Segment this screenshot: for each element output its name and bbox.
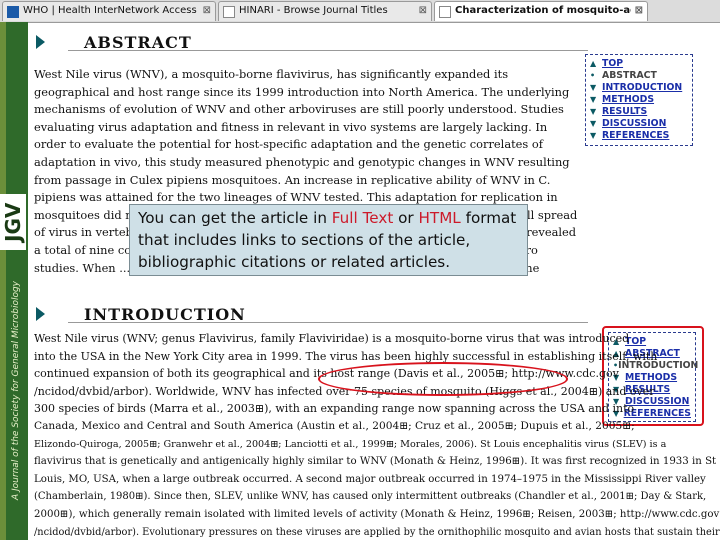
nav-discussion[interactable]: ▼ DISCUSSION bbox=[590, 117, 688, 129]
nav-label: RESULTS bbox=[602, 105, 648, 117]
nav-label: REFERENCES bbox=[602, 129, 670, 141]
intro-line: 300 species of birds (Marra et al., 2003… bbox=[34, 402, 635, 416]
down-arrow-icon: ▼ bbox=[590, 106, 597, 116]
bullet-icon: • bbox=[590, 70, 596, 80]
jgv-logo[interactable]: JGV bbox=[0, 194, 26, 250]
nav-results[interactable]: ▼ RESULTS bbox=[590, 105, 688, 117]
close-tab-icon[interactable]: ⊠ bbox=[635, 2, 643, 20]
abstract-section-nav: ▲ TOP • ABSTRACT ▼ INTRODUCTION ▼ METHODS ▼ R… bbox=[585, 54, 693, 146]
tab-who-hinari[interactable]: WHO | Health InterNetwork Access ... ⊠ bbox=[2, 1, 216, 21]
callout-full-text: Full Text bbox=[331, 209, 394, 227]
intro-line: Louis, MO, USA, when a large outbreak oc… bbox=[34, 473, 706, 485]
tab-label: HINARI - Browse Journal Titles bbox=[239, 5, 388, 16]
abstract-rule bbox=[68, 50, 588, 51]
link-highlight-ellipse bbox=[318, 362, 568, 396]
browser-tab-bar: WHO | Health InterNetwork Access ... ⊠ H… bbox=[0, 0, 720, 23]
nav-label: INTRODUCTION bbox=[602, 81, 683, 93]
callout-text-mid: or bbox=[393, 209, 419, 227]
intro-line: into the USA in the New York City area i… bbox=[34, 349, 658, 363]
intro-line: West Nile virus (WNV; genus Flavivirus, … bbox=[34, 332, 630, 345]
journal-name: A Journal of the Society for General Mic… bbox=[11, 280, 21, 500]
callout-html: HTML bbox=[418, 209, 461, 227]
tab-characterization[interactable]: Characterization of mosquito-ada... ⊠ bbox=[434, 1, 648, 21]
nav-methods[interactable]: ▼ METHODS bbox=[590, 93, 688, 105]
tab-label: Characterization of mosquito-ada... bbox=[455, 5, 631, 16]
introduction-text: West Nile virus (WNV; genus Flavivirus, … bbox=[34, 330, 720, 541]
tab-hinari-browse[interactable]: HINARI - Browse Journal Titles ⊠ bbox=[218, 1, 432, 21]
nav-references[interactable]: ▼ REFERENCES bbox=[590, 129, 688, 141]
close-tab-icon[interactable]: ⊠ bbox=[419, 2, 427, 20]
down-arrow-icon: ▼ bbox=[590, 118, 597, 128]
section-arrow-icon bbox=[36, 35, 45, 49]
introduction-heading: INTRODUCTION bbox=[36, 305, 436, 327]
intro-line: (Chamberlain, 1980⊞). Since then, SLEV, … bbox=[34, 491, 707, 503]
close-tab-icon[interactable]: ⊠ bbox=[203, 2, 211, 20]
nav-top[interactable]: ▲ TOP bbox=[590, 57, 688, 69]
intro-line: Elizondo-Quiroga, 2005⊞; Granwehr et al.… bbox=[34, 438, 667, 450]
down-arrow-icon: ▼ bbox=[590, 130, 597, 140]
nav-label: TOP bbox=[602, 57, 624, 69]
intro-line: 2000⊞), which generally remain isolated … bbox=[34, 508, 720, 520]
callout-text-pre: You can get the article in bbox=[138, 209, 332, 227]
section-arrow-icon bbox=[36, 307, 45, 321]
introduction-rule bbox=[68, 322, 588, 323]
page-favicon-icon bbox=[439, 6, 451, 18]
who-favicon-icon bbox=[7, 6, 19, 18]
callout-note: You can get the article in Full Text or … bbox=[129, 204, 528, 276]
down-arrow-icon: ▼ bbox=[590, 94, 597, 104]
abstract-heading: ABSTRACT bbox=[36, 33, 436, 55]
nav-label: METHODS bbox=[602, 93, 655, 105]
nav-label: DISCUSSION bbox=[602, 117, 667, 129]
up-arrow-icon: ▲ bbox=[590, 58, 597, 68]
tab-label: WHO | Health InterNetwork Access ... bbox=[23, 5, 199, 16]
page-favicon-icon bbox=[223, 6, 235, 18]
nav-introduction[interactable]: ▼ INTRODUCTION bbox=[590, 81, 688, 93]
down-arrow-icon: ▼ bbox=[590, 82, 597, 92]
nav-abstract: • ABSTRACT bbox=[590, 69, 688, 81]
intro-line: Canada, Mexico and Central and South Ame… bbox=[34, 419, 635, 432]
nav-label: ABSTRACT bbox=[602, 69, 657, 81]
journal-sidebar: JGV A Journal of the Society for General… bbox=[0, 22, 28, 540]
intro-line: flavivirus that is genetically and antig… bbox=[34, 456, 717, 468]
intro-line: /ncidod/dvbid/arbor). Evolutionary press… bbox=[34, 526, 720, 538]
